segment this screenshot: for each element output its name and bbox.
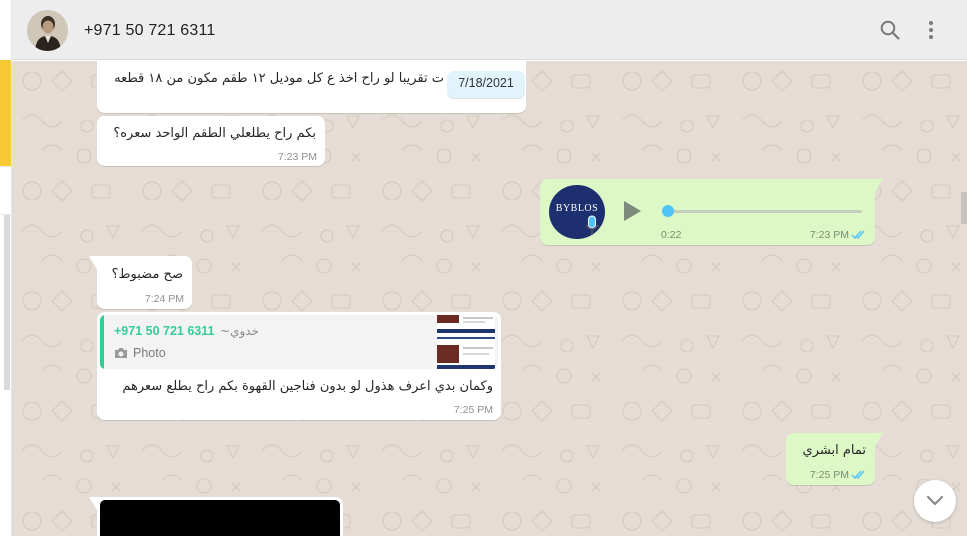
read-receipt-icon xyxy=(851,230,865,240)
media-preview[interactable] xyxy=(100,500,340,536)
message-text: بكم راح يطلعلي الطقم الواحد سعره؟ xyxy=(113,126,316,141)
quoted-message[interactable]: +971 50 721 6311 ~خدوي Photo xyxy=(100,315,498,369)
incoming-message[interactable]: بكم راح يطلعلي الطقم الواحد سعره؟ 7:23 P… xyxy=(97,116,325,166)
incoming-message[interactable]: صح مضبوط؟ 7:24 PM xyxy=(89,256,192,309)
avatar-logo-text: BYBLOS xyxy=(555,203,599,214)
date-chip: 7/18/2021 xyxy=(447,71,525,98)
read-receipt-icon xyxy=(851,470,865,480)
bubble-tail xyxy=(875,433,883,446)
audio-duration: 0:22 xyxy=(661,229,682,241)
message-time: 7:25 PM xyxy=(453,404,493,416)
message-text: وكمان بدي اعرف هذول لو بدون فناجين القهو… xyxy=(122,379,493,394)
message-time: 7:23 PM xyxy=(277,151,317,163)
quote-accent-bar xyxy=(100,315,104,369)
chevron-down-icon xyxy=(926,495,944,506)
quote-author-alias: ~خدوي xyxy=(220,324,259,338)
message-time: 7:23 PM xyxy=(809,229,849,241)
bubble-tail xyxy=(875,179,883,192)
menu-icon[interactable] xyxy=(920,19,942,41)
search-icon[interactable] xyxy=(879,19,901,41)
microphone-icon xyxy=(585,215,599,235)
message-time: 7:25 PM xyxy=(809,469,849,481)
bubble-tail xyxy=(89,497,97,510)
audio-progress-track[interactable] xyxy=(666,210,862,213)
message-text: تمام ابشري xyxy=(802,443,866,458)
contact-avatar[interactable] xyxy=(27,10,68,51)
contact-name[interactable]: +971 50 721 6311 xyxy=(84,22,215,40)
audio-scrubber-handle[interactable] xyxy=(662,205,674,217)
divider xyxy=(0,166,12,167)
conversation-header: +971 50 721 6311 xyxy=(12,0,967,60)
quote-author: +971 50 721 6311 xyxy=(114,324,215,338)
camera-icon xyxy=(115,348,127,358)
incoming-reply-message[interactable]: +971 50 721 6311 ~خدوي Photo وكمان بدي ا… xyxy=(97,312,501,420)
message-time: 7:24 PM xyxy=(144,293,184,305)
quote-photo-thumbnail xyxy=(437,315,495,369)
message-list[interactable]: ت تقريبا لو راح اخذ ع كل موديل ١٢ طقم مك… xyxy=(12,61,967,536)
chat-list-edge xyxy=(0,0,12,536)
play-icon[interactable] xyxy=(621,199,643,223)
outgoing-message[interactable]: تمام ابشري 7:25 PM xyxy=(786,433,883,485)
quote-media-label: Photo xyxy=(133,346,166,360)
bubble-tail xyxy=(89,256,97,269)
message-list-scrollbar[interactable] xyxy=(961,192,967,224)
message-text: صح مضبوط؟ xyxy=(111,267,183,282)
message-text: ت تقريبا لو راح اخذ ع كل موديل ١٢ طقم مك… xyxy=(114,71,444,86)
outgoing-voice-message[interactable]: BYBLOS 0:22 7:23 PM xyxy=(540,179,883,245)
notification-banner-edge xyxy=(0,60,11,166)
scroll-to-bottom-button[interactable] xyxy=(914,480,956,522)
chat-list-scrollbar[interactable] xyxy=(4,215,10,390)
incoming-media-message[interactable] xyxy=(89,497,343,536)
